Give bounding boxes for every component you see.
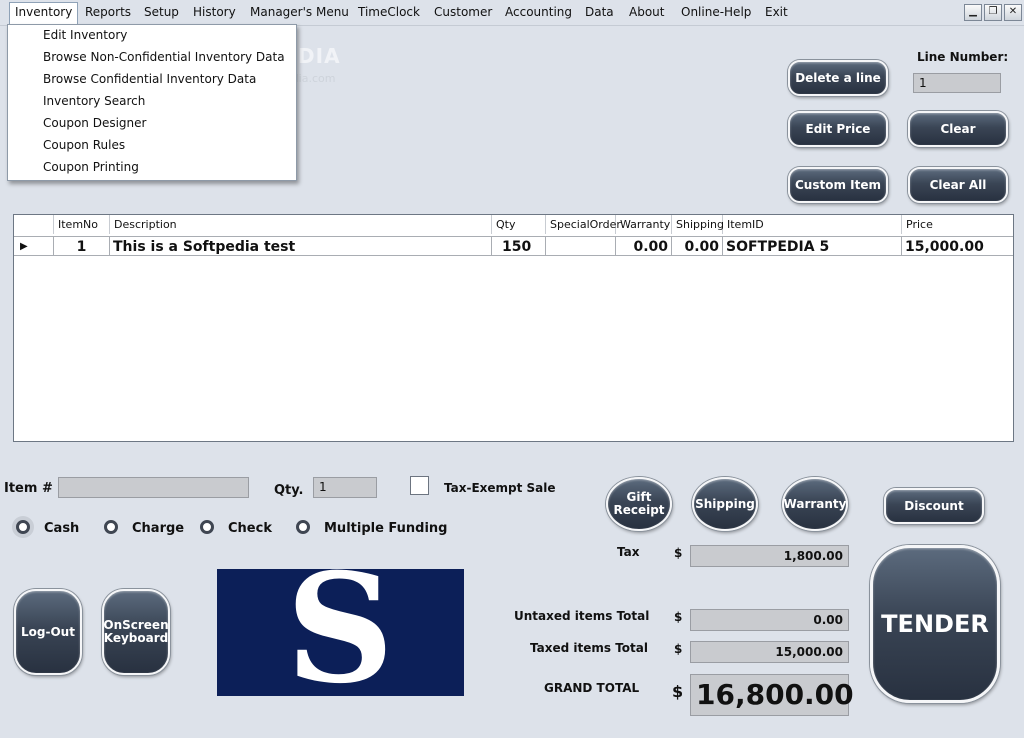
dropdown-item-coupon-rules[interactable]: Coupon Rules [43,138,125,152]
menu-bar: Inventory Reports Setup History Manager'… [0,0,1024,26]
logo-letter-s: S [286,541,394,717]
company-logo: S [217,541,464,717]
radio-check[interactable] [200,520,214,534]
grid-header-price[interactable]: Price [902,215,1013,234]
grid-header-shipping[interactable]: Shipping [672,215,724,234]
item-number-input[interactable] [58,477,249,498]
cell-description[interactable]: This is a Softpedia test [110,236,492,256]
restore-icon[interactable]: ❐ [984,4,1002,21]
grid-header-selector [14,215,54,234]
radio-cash[interactable] [16,520,30,534]
radio-charge-label: Charge [132,521,185,536]
order-grid[interactable]: ItemNo Description Qty SpecialOrder Warr… [13,214,1014,442]
dropdown-item-edit-inventory[interactable]: Edit Inventory [43,28,127,42]
qty-input[interactable]: 1 [313,477,377,498]
cell-price[interactable]: 15,000.00 [902,236,1013,256]
dropdown-item-browse-confidential[interactable]: Browse Confidential Inventory Data [43,72,256,86]
cell-shipping[interactable]: 0.00 [672,236,723,256]
cell-itemno[interactable]: 1 [54,236,110,256]
grid-header-description[interactable]: Description [110,215,492,234]
tax-field: 1,800.00 [690,545,849,567]
radio-charge[interactable] [104,520,118,534]
cell-special-order[interactable] [546,236,616,256]
delete-line-button[interactable]: Delete a line [788,60,888,96]
menu-accounting[interactable]: Accounting [500,3,577,22]
clear-button[interactable]: Clear [908,111,1008,147]
custom-item-button[interactable]: Custom Item [788,167,888,203]
menu-customer[interactable]: Customer [429,3,497,22]
dropdown-item-coupon-printing[interactable]: Coupon Printing [43,160,139,174]
menu-history[interactable]: History [188,3,241,22]
taxed-total-field: 15,000.00 [690,641,849,663]
menu-online-help[interactable]: Online-Help [676,3,756,22]
grid-header-qty[interactable]: Qty [492,215,546,234]
menu-inventory[interactable]: Inventory [9,2,79,24]
grid-header-warranty[interactable]: Warranty [616,215,672,234]
cell-warranty[interactable]: 0.00 [616,236,672,256]
qty-label: Qty. [274,483,304,498]
radio-multiple-funding-label: Multiple Funding [324,521,448,536]
svg-text:S: S [286,569,394,696]
tender-button[interactable]: TENDER [870,545,1000,703]
tax-currency: $ [674,546,683,560]
grand-total-label: GRAND TOTAL [544,681,640,695]
grid-header-special-order[interactable]: SpecialOrder [546,215,621,234]
row-selector-arrow-icon: ▶ [14,236,54,256]
onscreen-keyboard-button[interactable]: OnScreen Keyboard [102,589,170,675]
discount-button[interactable]: Discount [884,488,984,524]
cell-itemid[interactable]: SOFTPEDIA 5 [723,236,902,256]
tax-exempt-checkbox[interactable] [410,476,429,495]
menu-managers-menu[interactable]: Manager's Menu [245,3,354,22]
menu-reports[interactable]: Reports [80,3,136,22]
grand-total-field: 16,800.00 [690,674,854,716]
menu-about[interactable]: About [624,3,669,22]
line-number-label: Line Number: [917,50,1009,64]
dropdown-item-inventory-search[interactable]: Inventory Search [43,94,145,108]
inventory-dropdown-menu: Edit Inventory Browse Non-Confidential I… [7,24,297,181]
menu-exit[interactable]: Exit [760,3,793,22]
untaxed-total-field: 0.00 [690,609,849,631]
menu-data[interactable]: Data [580,3,619,22]
line-number-field[interactable]: 1 [913,73,1001,93]
tax-label: Tax [617,545,640,559]
menu-timeclock[interactable]: TimeClock [353,3,425,22]
warranty-button[interactable]: Warranty [782,477,848,531]
grid-header-itemid[interactable]: ItemID [723,215,902,234]
clear-all-button[interactable]: Clear All [908,167,1008,203]
cell-qty[interactable]: 150 [492,236,546,256]
dropdown-item-browse-non-confidential[interactable]: Browse Non-Confidential Inventory Data [43,50,285,64]
gift-receipt-button[interactable]: Gift Receipt [606,477,672,531]
dropdown-item-coupon-designer[interactable]: Coupon Designer [43,116,146,130]
shipping-button[interactable]: Shipping [692,477,758,531]
menu-setup[interactable]: Setup [139,3,184,22]
grid-header-itemno[interactable]: ItemNo [54,215,110,234]
tax-exempt-label: Tax-Exempt Sale [444,481,556,495]
radio-multiple-funding[interactable] [296,520,310,534]
minimize-icon[interactable]: ▁ [964,4,982,21]
untaxed-total-label: Untaxed items Total [514,609,650,623]
logout-button[interactable]: Log-Out [14,589,82,675]
radio-check-label: Check [228,521,272,536]
taxed-currency: $ [674,642,683,656]
item-number-label: Item # [4,481,53,496]
untaxed-currency: $ [674,610,683,624]
edit-price-button[interactable]: Edit Price [788,111,888,147]
radio-cash-label: Cash [44,521,80,536]
grand-total-currency: $ [672,682,684,701]
close-icon[interactable]: ✕ [1004,4,1022,21]
taxed-total-label: Taxed items Total [530,641,648,655]
